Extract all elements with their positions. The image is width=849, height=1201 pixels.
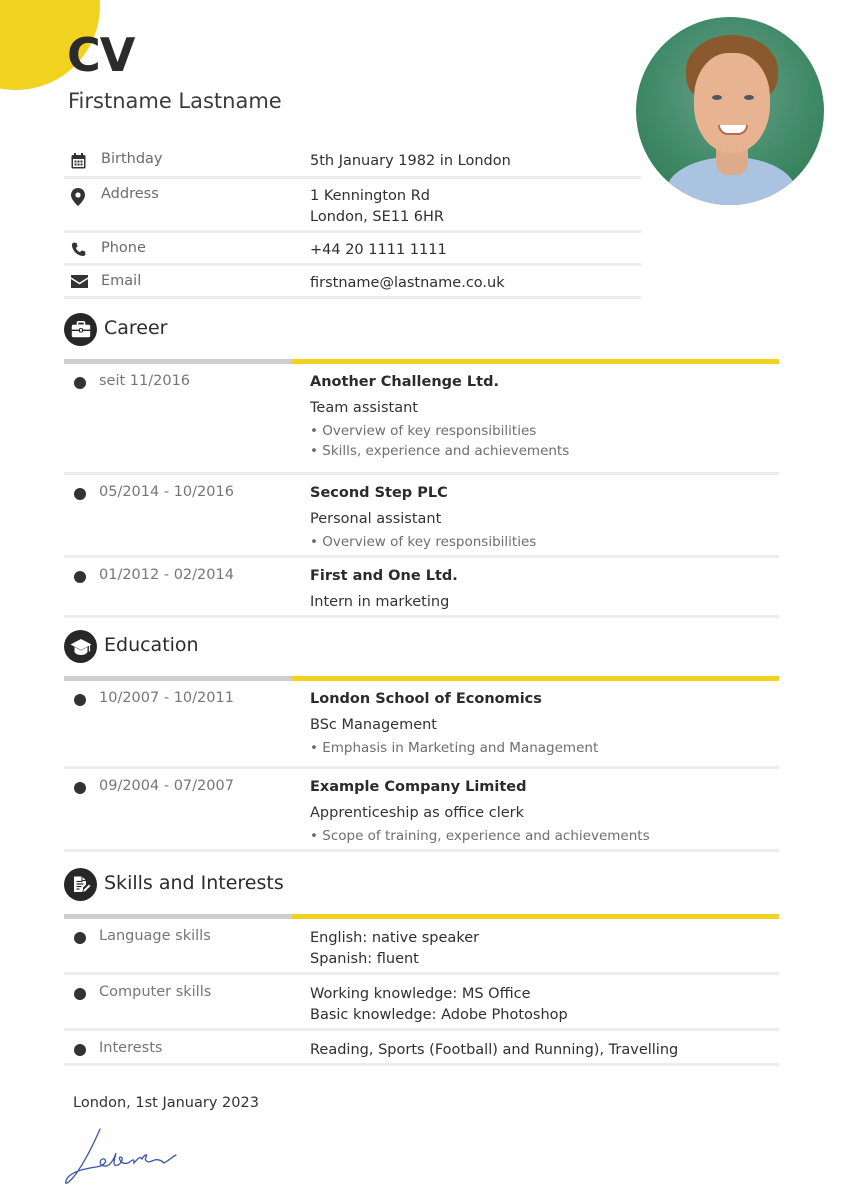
- info-value: +44 20 1111 1111: [310, 233, 641, 263]
- entry-role: Personal assistant: [310, 511, 442, 527]
- bullet-dot-icon: [64, 558, 99, 615]
- entry-role: Team assistant: [310, 400, 418, 416]
- info-value-line: London, SE11 6HR: [310, 209, 444, 225]
- skill-values: Working knowledge: MS Office Basic knowl…: [310, 975, 779, 1028]
- career-entry: 05/2014 - 10/2016 Second Step PLC Person…: [64, 475, 779, 558]
- entry-role: Apprenticeship as office clerk: [310, 805, 524, 821]
- document-edit-icon: [64, 868, 97, 901]
- entry-bullet: • Emphasis in Marketing and Management: [310, 740, 599, 756]
- entry-organization: Example Company Limited: [310, 779, 527, 795]
- info-value-line: 1 Kennington Rd: [310, 188, 430, 204]
- phone-icon: [64, 233, 101, 263]
- briefcase-icon: [64, 313, 97, 346]
- education-entry: 10/2007 - 10/2011 London School of Econo…: [64, 681, 779, 769]
- skill-values: English: native speaker Spanish: fluent: [310, 919, 779, 972]
- entry-bullet: • Skills, experience and achievements: [310, 443, 570, 459]
- entry-role: Intern in marketing: [310, 594, 450, 610]
- bullet-dot-icon: [64, 769, 99, 849]
- entry-organization: London School of Economics: [310, 691, 542, 707]
- entry-bullets: • Overview of key responsibilities • Ski…: [310, 421, 779, 461]
- section-header: Education: [64, 630, 779, 676]
- section-header: Skills and Interests: [64, 868, 779, 914]
- skill-label: Language skills: [99, 928, 211, 944]
- entry-organization: Second Step PLC: [310, 485, 448, 501]
- info-row-address: Address 1 Kennington Rd London, SE11 6HR: [64, 179, 641, 233]
- entry-bullets: • Scope of training, experience and achi…: [310, 826, 779, 846]
- calendar-icon: [64, 144, 101, 176]
- info-label: Phone: [101, 240, 146, 256]
- info-row-phone: Phone +44 20 1111 1111: [64, 233, 641, 266]
- signature: [65, 1128, 177, 1184]
- info-row-birthday: Birthday 5th January 1982 in London: [64, 144, 641, 179]
- entry-bullet: • Overview of key responsibilities: [310, 423, 537, 439]
- info-row-email: Email firstname@lastname.co.uk: [64, 266, 641, 299]
- skill-line: Reading, Sports (Football) and Running),…: [310, 1042, 679, 1058]
- entry-body: Another Challenge Ltd. Team assistant • …: [310, 364, 779, 472]
- info-value: firstname@lastname.co.uk: [310, 266, 641, 296]
- personal-info-table: Birthday 5th January 1982 in London Addr…: [64, 144, 641, 299]
- skill-line: English: native speaker: [310, 930, 480, 946]
- skills-section: Skills and Interests Language skills Eng…: [64, 868, 779, 1066]
- career-entry: seit 11/2016 Another Challenge Ltd. Team…: [64, 364, 779, 475]
- map-pin-icon: [64, 179, 101, 230]
- education-section: Education 10/2007 - 10/2011 London Schoo…: [64, 630, 779, 852]
- cv-title: CV: [67, 28, 135, 82]
- entry-date: 09/2004 - 07/2007: [99, 778, 234, 794]
- skill-entry: Interests Reading, Sports (Football) and…: [64, 1031, 779, 1066]
- skill-line: Basic knowledge: Adobe Photoshop: [310, 1007, 568, 1023]
- skill-values: Reading, Sports (Football) and Running),…: [310, 1031, 779, 1063]
- skill-label: Computer skills: [99, 984, 212, 1000]
- career-entry: 01/2012 - 02/2014 First and One Ltd. Int…: [64, 558, 779, 618]
- section-title: Career: [104, 317, 168, 339]
- entry-body: London School of Economics BSc Managemen…: [310, 681, 779, 766]
- profile-photo: [636, 17, 824, 205]
- skill-line: Working knowledge: MS Office: [310, 986, 531, 1002]
- info-value-line: firstname@lastname.co.uk: [310, 275, 505, 291]
- entry-bullet: • Scope of training, experience and achi…: [310, 828, 650, 844]
- bullet-dot-icon: [64, 975, 99, 1028]
- info-value-line: +44 20 1111 1111: [310, 242, 447, 258]
- entry-organization: First and One Ltd.: [310, 568, 458, 584]
- full-name: Firstname Lastname: [68, 89, 282, 113]
- photo-eye: [712, 95, 722, 100]
- bullet-dot-icon: [64, 475, 99, 555]
- skill-entry: Computer skills Working knowledge: MS Of…: [64, 975, 779, 1031]
- photo-face: [694, 53, 770, 153]
- entry-bullets: • Emphasis in Marketing and Management: [310, 738, 779, 758]
- info-value: 1 Kennington Rd London, SE11 6HR: [310, 179, 641, 230]
- career-section: Career seit 11/2016 Another Challenge Lt…: [64, 313, 779, 618]
- info-label: Email: [101, 273, 142, 289]
- info-label: Birthday: [101, 151, 163, 167]
- entry-date: 05/2014 - 10/2016: [99, 484, 234, 500]
- skill-line: Spanish: fluent: [310, 951, 419, 967]
- bullet-dot-icon: [64, 1031, 99, 1063]
- entry-date: 01/2012 - 02/2014: [99, 567, 234, 583]
- skill-label: Interests: [99, 1040, 163, 1056]
- photo-eye: [744, 95, 754, 100]
- section-title: Education: [104, 634, 199, 656]
- entry-body: Example Company Limited Apprenticeship a…: [310, 769, 779, 849]
- skill-entry: Language skills English: native speaker …: [64, 919, 779, 975]
- entry-organization: Another Challenge Ltd.: [310, 374, 499, 390]
- entry-bullet: • Overview of key responsibilities: [310, 534, 537, 550]
- info-value-line: 5th January 1982 in London: [310, 153, 511, 169]
- place-and-date: London, 1st January 2023: [73, 1095, 259, 1111]
- section-header: Career: [64, 313, 779, 359]
- bullet-dot-icon: [64, 919, 99, 972]
- entry-body: First and One Ltd. Intern in marketing: [310, 558, 779, 615]
- bullet-dot-icon: [64, 681, 99, 766]
- info-value: 5th January 1982 in London: [310, 144, 641, 176]
- info-label: Address: [101, 186, 159, 202]
- entry-role: BSc Management: [310, 717, 437, 733]
- signature-stroke: [65, 1128, 177, 1184]
- entry-date: 10/2007 - 10/2011: [99, 690, 234, 706]
- bullet-dot-icon: [64, 364, 99, 472]
- section-title: Skills and Interests: [104, 872, 284, 894]
- graduation-cap-icon: [64, 630, 97, 663]
- entry-bullets: • Overview of key responsibilities: [310, 532, 779, 552]
- envelope-icon: [64, 266, 101, 296]
- education-entry: 09/2004 - 07/2007 Example Company Limite…: [64, 769, 779, 852]
- entry-date: seit 11/2016: [99, 373, 191, 389]
- entry-body: Second Step PLC Personal assistant • Ove…: [310, 475, 779, 555]
